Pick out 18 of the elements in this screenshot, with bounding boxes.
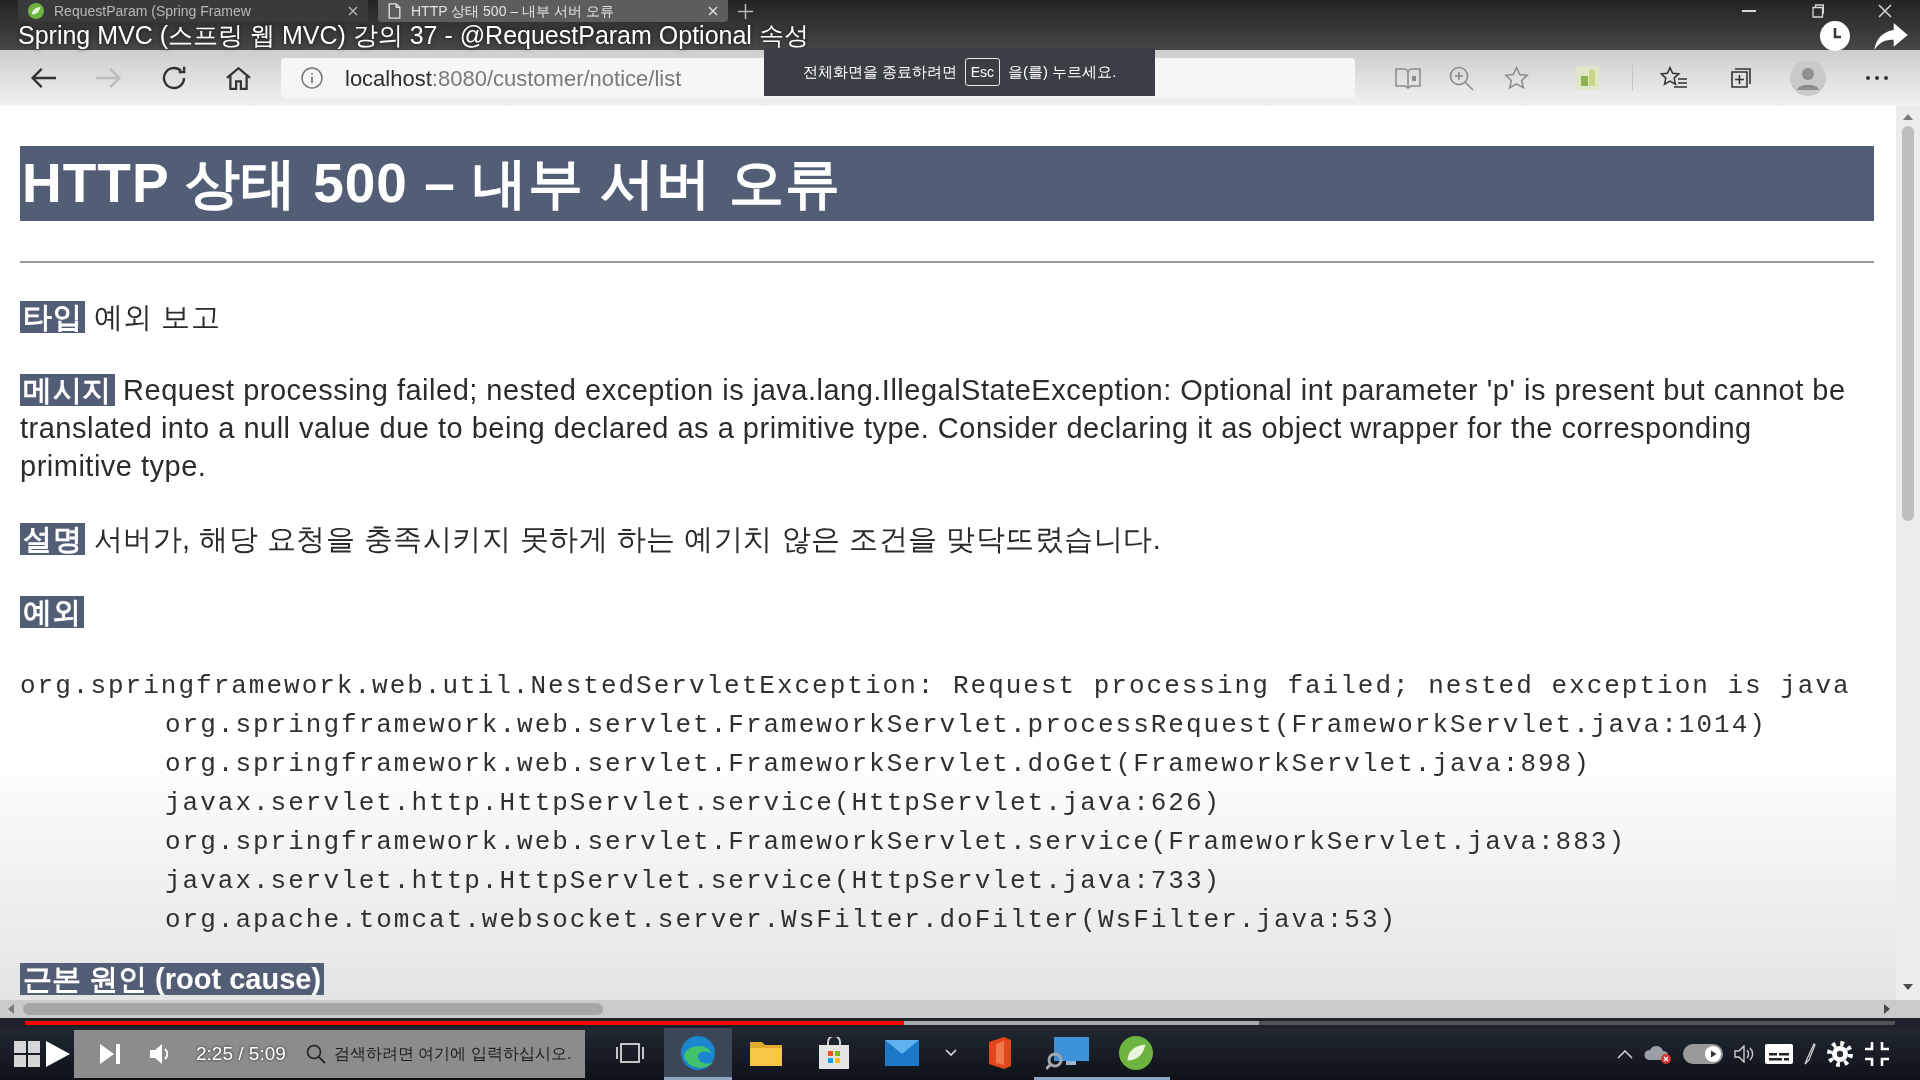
stack-trace-line: org.springframework.web.servlet.FrameworkServlet.service(FrameworkServlet.java:883) [165, 826, 1626, 859]
stack-trace-line: org.springframework.web.util.NestedServletException: Request processing failed; nested exception is java [20, 670, 1851, 703]
notice-text: 을(를) 누르세요. [1008, 61, 1117, 82]
error-detail-text: 메시지 Request processing failed; nested exception is java.lang.IllegalStateException: Optional int parameter 'p' is present but cannot be translated into a null value due to being declared as a primitive type. Consider declaring it as object wrapper for the corresponding primitive type. [20, 373, 1847, 484]
stack-trace-line: org.springframework.web.servlet.FrameworkServlet.processRequest(FrameworkServlet.java:1014) [165, 709, 1767, 742]
video-title: Spring MVC (스프링 웹 MVC) 강의 37 - @RequestParam Optional 속성 [18, 22, 809, 48]
stack-trace-line: javax.servlet.http.HttpServlet.service(HttpServlet.java:626) [165, 787, 1222, 820]
esc-key: Esc [964, 58, 1001, 86]
video-time: 2:25 / 5:09 [196, 1041, 286, 1066]
error-detail-text: 설명 서버가, 해당 요청을 충족시키지 못하게 하는 예기치 않은 조건을 맞닥뜨렸습니다. [20, 520, 1162, 558]
stack-trace-line: org.springframework.web.servlet.FrameworkServlet.doGet(FrameworkServlet.java:898) [165, 748, 1591, 781]
section-label: 예외 [20, 596, 84, 628]
page-heading: HTTP 상태 500 – 내부 서버 오류 [20, 146, 1874, 221]
stack-trace-line: org.apache.tomcat.websocket.server.WsFilter.doFilter(WsFilter.java:53) [165, 904, 1398, 937]
stack-trace-line: javax.servlet.http.HttpServlet.service(HttpServlet.java:733) [165, 865, 1222, 898]
error-detail-text: 타입 예외 보고 [20, 298, 221, 336]
section-label: 근본 원인 (root cause) [20, 963, 325, 995]
notice-text: 전체화면을 종료하려면 [802, 61, 957, 82]
